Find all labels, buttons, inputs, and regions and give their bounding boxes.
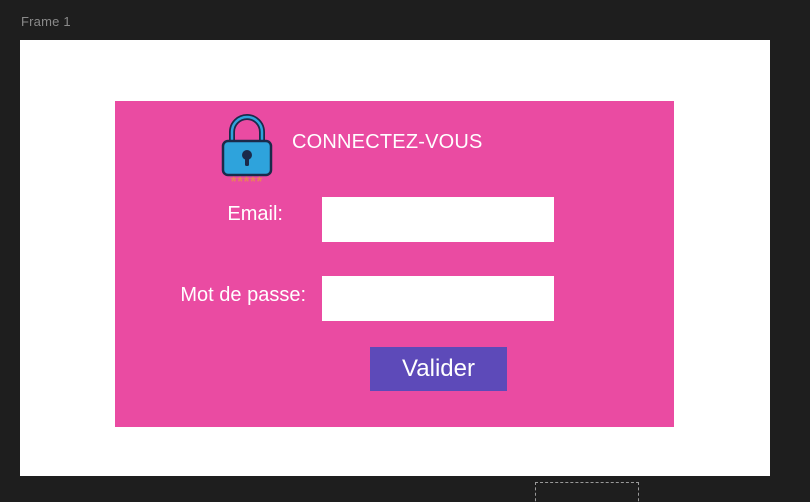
login-heading: CONNECTEZ-VOUS xyxy=(292,131,483,153)
selection-marquee xyxy=(535,482,639,502)
submit-button[interactable]: Valider xyxy=(370,347,507,391)
frame-1[interactable]: ***** CONNECTEZ-VOUS Email: Mot de passe… xyxy=(20,40,770,476)
password-label: Mot de passe: xyxy=(180,284,306,306)
lock-icon: ***** xyxy=(221,114,273,187)
editor-canvas: Frame 1 ***** CONNECTEZ-VOUS Email: Mot … xyxy=(0,0,810,502)
email-field[interactable] xyxy=(322,197,554,242)
svg-text:*****: ***** xyxy=(231,173,263,187)
frame-label[interactable]: Frame 1 xyxy=(21,14,71,29)
login-card: ***** CONNECTEZ-VOUS Email: Mot de passe… xyxy=(115,101,674,427)
password-field[interactable] xyxy=(322,276,554,321)
email-label: Email: xyxy=(227,203,283,225)
